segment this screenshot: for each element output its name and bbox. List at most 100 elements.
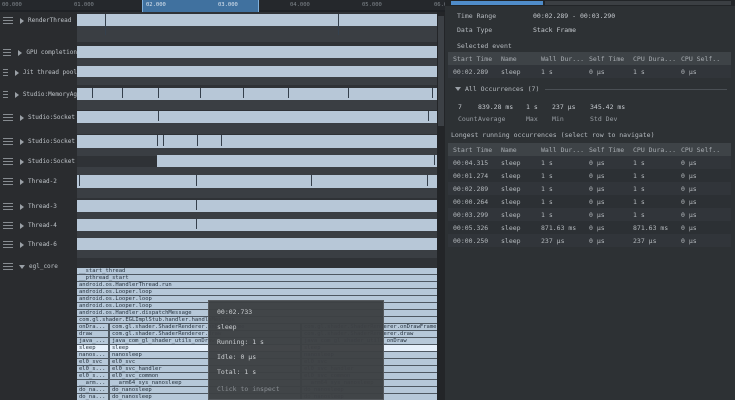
drag-grip-icon[interactable]: [3, 241, 13, 248]
event-tick-mark[interactable]: [243, 88, 244, 98]
track-activity-bar-gpu-completion[interactable]: [77, 46, 437, 58]
stack-frame-java-[interactable]: java_...: [77, 338, 108, 344]
stack-frame-sleep[interactable]: sleep: [77, 345, 108, 351]
stack-frame-draw[interactable]: draw: [77, 331, 108, 337]
expand-arrow-icon[interactable]: [14, 91, 19, 98]
drag-grip-icon[interactable]: [3, 69, 8, 76]
track-activity-bar-studio-socket[interactable]: [157, 155, 437, 167]
track-header-egl-core[interactable]: egl_core: [0, 262, 77, 271]
expand-arrow-icon[interactable]: [20, 114, 24, 121]
expand-arrow-icon[interactable]: [20, 178, 24, 185]
table-row[interactable]: 00:00.264 sleep 1 s 0 µs 1 s 0 µs: [448, 195, 731, 208]
expand-arrow-icon[interactable]: [20, 203, 24, 210]
drag-grip-icon[interactable]: [3, 114, 13, 121]
track-header-thread-2[interactable]: Thread-2: [0, 177, 77, 186]
stack-frame-android-os-handlerthread-run[interactable]: android.os.HandlerThread.run: [77, 282, 437, 288]
event-tick-mark[interactable]: [427, 175, 428, 186]
time-ruler[interactable]: 00.000 01.000 02.000 03.000 04.000 05.000 06.0: [0, 0, 445, 12]
event-tick-mark[interactable]: [92, 88, 93, 98]
event-tick-mark[interactable]: [197, 135, 198, 146]
column-header-name[interactable]: Name: [496, 55, 536, 63]
track-header-thread-3[interactable]: Thread-3: [0, 202, 77, 211]
drag-grip-icon[interactable]: [3, 222, 13, 229]
event-tick-mark[interactable]: [196, 219, 197, 229]
event-tick-mark[interactable]: [157, 135, 158, 146]
column-header-cpu-self-[interactable]: CPU Self...: [676, 55, 720, 63]
event-tick-mark[interactable]: [105, 14, 106, 35]
track-header-thread-6[interactable]: Thread-6: [0, 240, 77, 249]
track-header-renderthread[interactable]: RenderThread: [0, 16, 77, 25]
drag-grip-icon[interactable]: [3, 203, 13, 210]
event-tick-mark[interactable]: [163, 135, 164, 146]
drag-grip-icon[interactable]: [3, 91, 8, 98]
track-activity-bar-thread-6[interactable]: [77, 238, 437, 250]
event-tick-mark[interactable]: [158, 111, 159, 121]
event-tick-mark[interactable]: [288, 88, 289, 98]
stack-frame-nanos-[interactable]: nanos...: [77, 352, 108, 358]
column-header-cpu-dura-[interactable]: CPU Dura...: [628, 146, 676, 154]
event-tick-mark[interactable]: [200, 88, 201, 98]
stack-frame-el0-s-[interactable]: el0_s...: [77, 373, 108, 379]
table-row[interactable]: 00:00.250 sleep 237 µs 0 µs 237 µs 0 µs: [448, 234, 731, 247]
track-activity-bar-studio-socket[interactable]: [77, 135, 437, 148]
column-header-self-time[interactable]: Self Time: [584, 55, 628, 63]
table-row[interactable]: 00:05.326 sleep 871.63 ms 0 µs 871.63 ms 0 µs: [448, 221, 731, 234]
timeline-scrollbar[interactable]: [437, 12, 445, 400]
expand-arrow-icon[interactable]: [20, 222, 24, 229]
drag-grip-icon[interactable]: [3, 178, 13, 185]
expand-arrow-icon[interactable]: [18, 49, 23, 56]
table-row[interactable]: 00:01.274 sleep 1 s 0 µs 1 s 0 µs: [448, 169, 731, 182]
expand-arrow-icon[interactable]: [20, 158, 24, 165]
column-header-wall-dur-[interactable]: Wall Dur...: [536, 146, 584, 154]
drag-grip-icon[interactable]: [3, 158, 13, 165]
stack-frame--pthread-start[interactable]: __pthread_start: [77, 275, 437, 281]
event-tick-mark[interactable]: [221, 135, 222, 146]
stack-frame-el0-svc[interactable]: el0_svc: [77, 359, 108, 365]
table-row[interactable]: 00:03.299 sleep 1 s 0 µs 1 s 0 µs: [448, 208, 731, 221]
column-header-name[interactable]: Name: [496, 146, 536, 154]
track-header-studio-socket[interactable]: Studio:Socket: [0, 137, 77, 146]
event-tick-mark[interactable]: [311, 175, 312, 186]
track-activity-bar-renderthread[interactable]: [77, 14, 437, 26]
track-header-studio-socket[interactable]: Studio:Socket: [0, 157, 77, 166]
stack-frame-android-os-looper-loop[interactable]: android.os.Looper.loop: [77, 289, 437, 295]
track-header-studio-memoryag[interactable]: Studio:MemoryAg: [0, 90, 77, 99]
stack-frame-ondra-[interactable]: onDra...: [77, 324, 108, 330]
stack-frame-el0-s-[interactable]: el0_s...: [77, 366, 108, 372]
expand-arrow-icon[interactable]: [20, 17, 24, 24]
expand-arrow-icon[interactable]: [20, 241, 24, 248]
column-header-self-time[interactable]: Self Time: [584, 146, 628, 154]
active-tab-indicator[interactable]: [451, 1, 543, 5]
track-header-studio-socket[interactable]: Studio:Socket: [0, 113, 77, 122]
expand-arrow-icon[interactable]: [20, 138, 24, 145]
all-occurrences-header[interactable]: All Occurrences (7): [455, 85, 727, 93]
column-header-start-time[interactable]: Start Time: [448, 55, 496, 63]
table-row[interactable]: 00:02.289 sleep 1 s 0 µs 1 s 0 µs: [448, 65, 731, 78]
column-header-start-time[interactable]: Start Time: [448, 146, 496, 154]
collapse-triangle-icon[interactable]: [455, 87, 461, 91]
column-header-cpu-self-[interactable]: CPU Self...: [676, 146, 720, 154]
track-header-thread-4[interactable]: Thread-4: [0, 221, 77, 230]
stack-frame-do-na-[interactable]: do_na...: [77, 387, 108, 393]
drag-grip-icon[interactable]: [3, 263, 13, 270]
event-tick-mark[interactable]: [338, 14, 339, 35]
track-header-jit-thread-pool[interactable]: Jit thread pool: [0, 68, 77, 77]
track-activity-bar-thread-4[interactable]: [77, 219, 437, 231]
timeline-scrollbar-thumb[interactable]: [438, 16, 444, 126]
column-header-cpu-dura-[interactable]: CPU Dura...: [628, 55, 676, 63]
event-tick-mark[interactable]: [434, 155, 435, 165]
inactive-tab-area[interactable]: [545, 1, 731, 5]
track-activity-bar-thread-2[interactable]: [77, 175, 437, 188]
track-activity-bar-jit-thread-pool[interactable]: [77, 66, 437, 77]
track-header-gpu-completion[interactable]: GPU completion: [0, 48, 77, 57]
drag-grip-icon[interactable]: [3, 17, 13, 24]
drag-grip-icon[interactable]: [3, 49, 12, 56]
collapse-arrow-icon[interactable]: [19, 264, 25, 269]
event-tick-mark[interactable]: [428, 111, 429, 121]
drag-grip-icon[interactable]: [3, 138, 13, 145]
event-tick-mark[interactable]: [122, 88, 123, 98]
stack-frame--start-thread[interactable]: __start_thread: [77, 268, 437, 274]
event-tick-mark[interactable]: [158, 88, 159, 98]
event-tick-mark[interactable]: [432, 88, 433, 98]
column-header-wall-dur-[interactable]: Wall Dur...: [536, 55, 584, 63]
